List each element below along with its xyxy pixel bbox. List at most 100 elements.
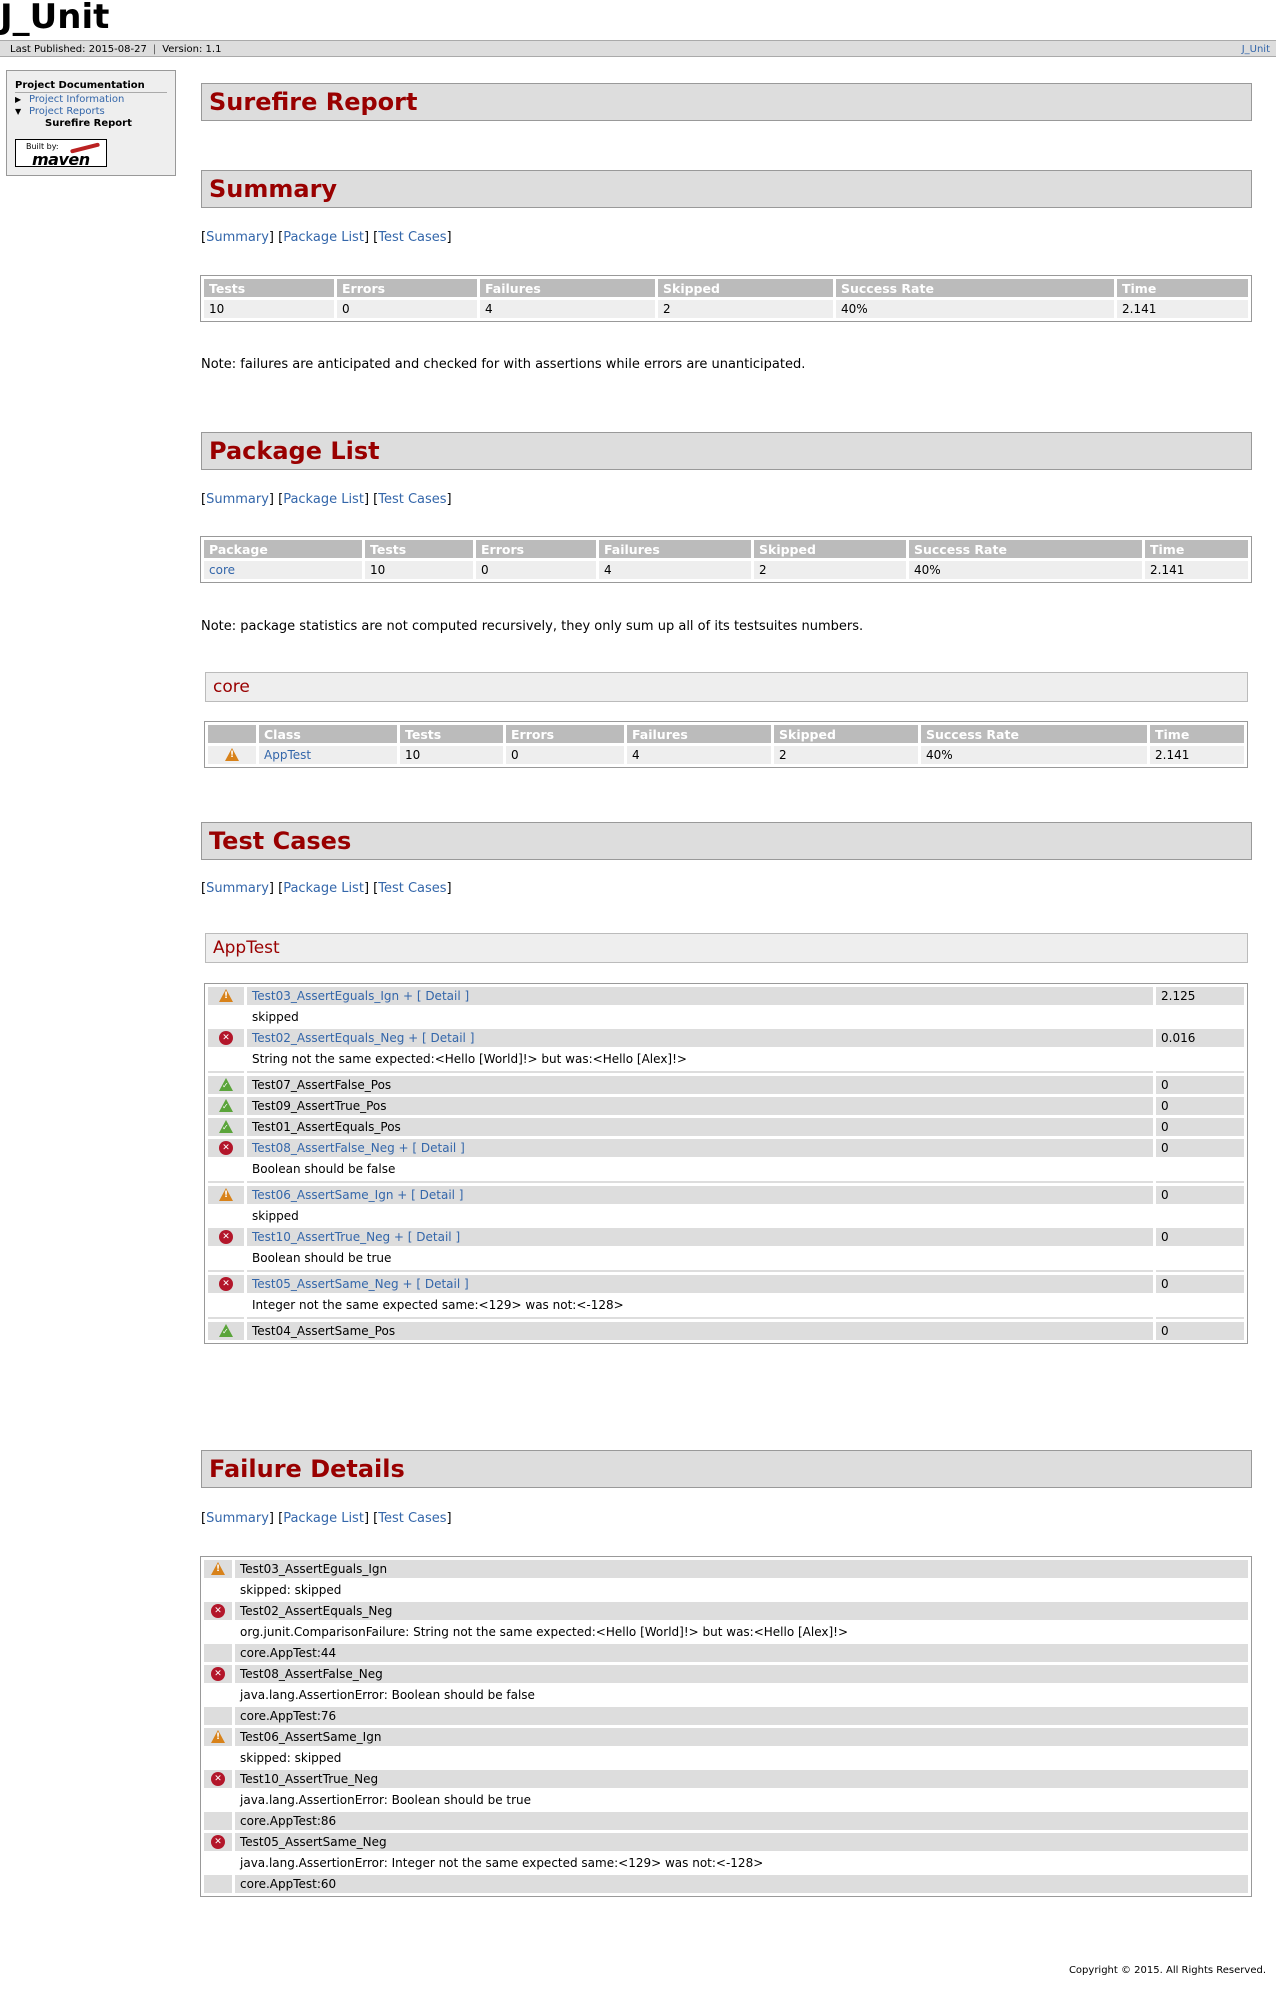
test-case-row: Test01_AssertEquals_Pos 0 <box>208 1118 1244 1136</box>
failure-test-name: Test02_AssertEquals_Neg <box>235 1602 1248 1620</box>
test-time-cell: 0 <box>1156 1186 1244 1204</box>
detail-toggle-link[interactable]: + [ Detail ] <box>393 1188 463 1202</box>
test-time-cell: 0 <box>1156 1275 1244 1293</box>
failure-row: Test06_AssertSame_Ign <box>204 1728 1248 1746</box>
status-cell <box>208 1029 244 1047</box>
test-message-row: skipped <box>208 1008 1244 1026</box>
cell-errors: 0 <box>506 746 624 764</box>
nav-summary-link[interactable]: Summary <box>206 230 269 245</box>
cell-success-rate: 40% <box>921 746 1147 764</box>
class-row: AppTest 10 0 4 2 40% 2.141 <box>208 746 1244 764</box>
col-time: Time <box>1117 279 1248 297</box>
test-message-row: Boolean should be false <box>208 1160 1244 1178</box>
test-case-link[interactable]: Test03_AssertEguals_Ign <box>252 989 399 1003</box>
menu-link-project-information[interactable]: Project Information <box>29 94 124 105</box>
built-by-maven-logo[interactable]: Built by: maven <box>15 139 107 169</box>
empty-cell <box>204 1749 232 1767</box>
summary-nav: [Summary] [Package List] [Test Cases] <box>201 230 452 245</box>
empty-cell <box>1156 1160 1244 1178</box>
status-cell <box>208 1275 244 1293</box>
cell-tests: 10 <box>365 561 473 579</box>
test-message-cell: skipped <box>247 1207 1153 1225</box>
col-errors: Errors <box>476 540 596 558</box>
class-link-apptest[interactable]: AppTest <box>264 748 311 762</box>
empty-cell <box>1156 1050 1244 1068</box>
nav-summary-link[interactable]: Summary <box>206 492 269 507</box>
failure-detail-text: skipped: skipped <box>235 1749 1248 1767</box>
nav-test-cases-link[interactable]: Test Cases <box>378 1511 446 1526</box>
failure-detail-text: org.junit.ComparisonFailure: String not … <box>235 1623 1248 1641</box>
test-case-link[interactable]: Test10_AssertTrue_Neg <box>252 1230 390 1244</box>
test-case-link[interactable]: Test02_AssertEquals_Neg <box>252 1031 404 1045</box>
test-case-link[interactable]: Test08_AssertFalse_Neg <box>252 1141 395 1155</box>
failure-detail-text: skipped: skipped <box>235 1581 1248 1599</box>
col-errors: Errors <box>337 279 477 297</box>
empty-cell <box>204 1644 232 1662</box>
project-home-link[interactable]: J_Unit <box>1242 41 1270 58</box>
project-title: J_Unit <box>0 0 110 37</box>
test-case-link[interactable]: Test06_AssertSame_Ign <box>252 1188 393 1202</box>
status-cell <box>204 1770 232 1788</box>
menu-item-surefire-report: Surefire Report <box>45 118 132 130</box>
error-icon <box>219 1031 233 1046</box>
test-case-row: Test10_AssertTrue_Neg + [ Detail ]0 <box>208 1228 1244 1246</box>
detail-toggle-link[interactable]: + [ Detail ] <box>399 989 469 1003</box>
status-cell <box>204 1833 232 1851</box>
test-case-name: Test09_AssertTrue_Pos <box>252 1099 387 1113</box>
failure-detail-text: java.lang.AssertionError: Boolean should… <box>235 1686 1248 1704</box>
cell-errors: 0 <box>337 300 477 318</box>
nav-test-cases-link[interactable]: Test Cases <box>378 230 446 245</box>
error-icon <box>211 1604 225 1619</box>
logo-maven-text: maven <box>32 150 90 169</box>
menu-item-project-information[interactable]: ▶ Project Information <box>15 94 124 106</box>
package-link-core[interactable]: core <box>209 563 235 577</box>
package-core-heading: core <box>205 672 1248 702</box>
nav-package-list-link[interactable]: Package List <box>283 1511 364 1526</box>
warning-icon <box>211 1562 225 1576</box>
core-classes-table: Class Tests Errors Failures Skipped Succ… <box>204 721 1248 768</box>
test-time-cell: 0 <box>1156 1076 1244 1094</box>
detail-toggle-link[interactable]: + [ Detail ] <box>399 1277 468 1291</box>
cell-time: 2.141 <box>1117 300 1248 318</box>
failure-details-table: Test03_AssertEguals_Ign skipped: skipped T… <box>200 1556 1252 1897</box>
failure-detail-text: core.AppTest:44 <box>235 1644 1248 1662</box>
nav-test-cases-link[interactable]: Test Cases <box>378 492 446 507</box>
nav-package-list-link[interactable]: Package List <box>283 492 364 507</box>
failure-detail-row: core.AppTest:86 <box>204 1812 1248 1830</box>
col-failures: Failures <box>599 540 751 558</box>
col-skipped: Skipped <box>754 540 906 558</box>
summary-header-row: Tests Errors Failures Skipped Success Ra… <box>204 279 1248 297</box>
menu-item-project-reports[interactable]: ▼ Project Reports <box>15 106 105 118</box>
empty-cell <box>204 1854 232 1872</box>
test-case-link[interactable]: Test05_AssertSame_Neg <box>252 1277 399 1291</box>
status-cell <box>204 1665 232 1683</box>
failure-detail-row: java.lang.AssertionError: Boolean should… <box>204 1791 1248 1809</box>
version: Version: 1.1 <box>162 44 222 55</box>
expanded-arrow-icon: ▼ <box>15 107 22 116</box>
nav-test-cases-link[interactable]: Test Cases <box>378 881 446 896</box>
failure-detail-text: core.AppTest:60 <box>235 1875 1248 1893</box>
test-name-cell: Test09_AssertTrue_Pos <box>247 1097 1153 1115</box>
detail-toggle-link[interactable]: + [ Detail ] <box>395 1141 465 1155</box>
detail-spacer-row <box>208 1270 1244 1272</box>
nav-summary-link[interactable]: Summary <box>206 1511 269 1526</box>
col-failures: Failures <box>480 279 655 297</box>
package-list-nav: [Summary] [Package List] [Test Cases] <box>201 492 452 507</box>
menu-link-project-reports[interactable]: Project Reports <box>29 106 105 117</box>
cell-tests: 10 <box>400 746 503 764</box>
col-failures: Failures <box>627 725 771 743</box>
summary-table: Tests Errors Failures Skipped Success Ra… <box>200 275 1252 322</box>
failure-detail-row: org.junit.ComparisonFailure: String not … <box>204 1623 1248 1641</box>
nav-package-list-link[interactable]: Package List <box>283 881 364 896</box>
failure-row: Test02_AssertEquals_Neg <box>204 1602 1248 1620</box>
detail-toggle-link[interactable]: + [ Detail ] <box>390 1230 460 1244</box>
nav-summary-link[interactable]: Summary <box>206 881 269 896</box>
status-cell <box>204 1602 232 1620</box>
left-navigation: Project Documentation ▶ Project Informati… <box>6 70 176 176</box>
nav-package-list-link[interactable]: Package List <box>283 230 364 245</box>
menu-current-surefire-report: Surefire Report <box>45 118 132 129</box>
detail-toggle-link[interactable]: + [ Detail ] <box>404 1031 474 1045</box>
col-success-rate: Success Rate <box>909 540 1142 558</box>
package-row: core 10 0 4 2 40% 2.141 <box>204 561 1248 579</box>
empty-cell <box>204 1875 232 1893</box>
